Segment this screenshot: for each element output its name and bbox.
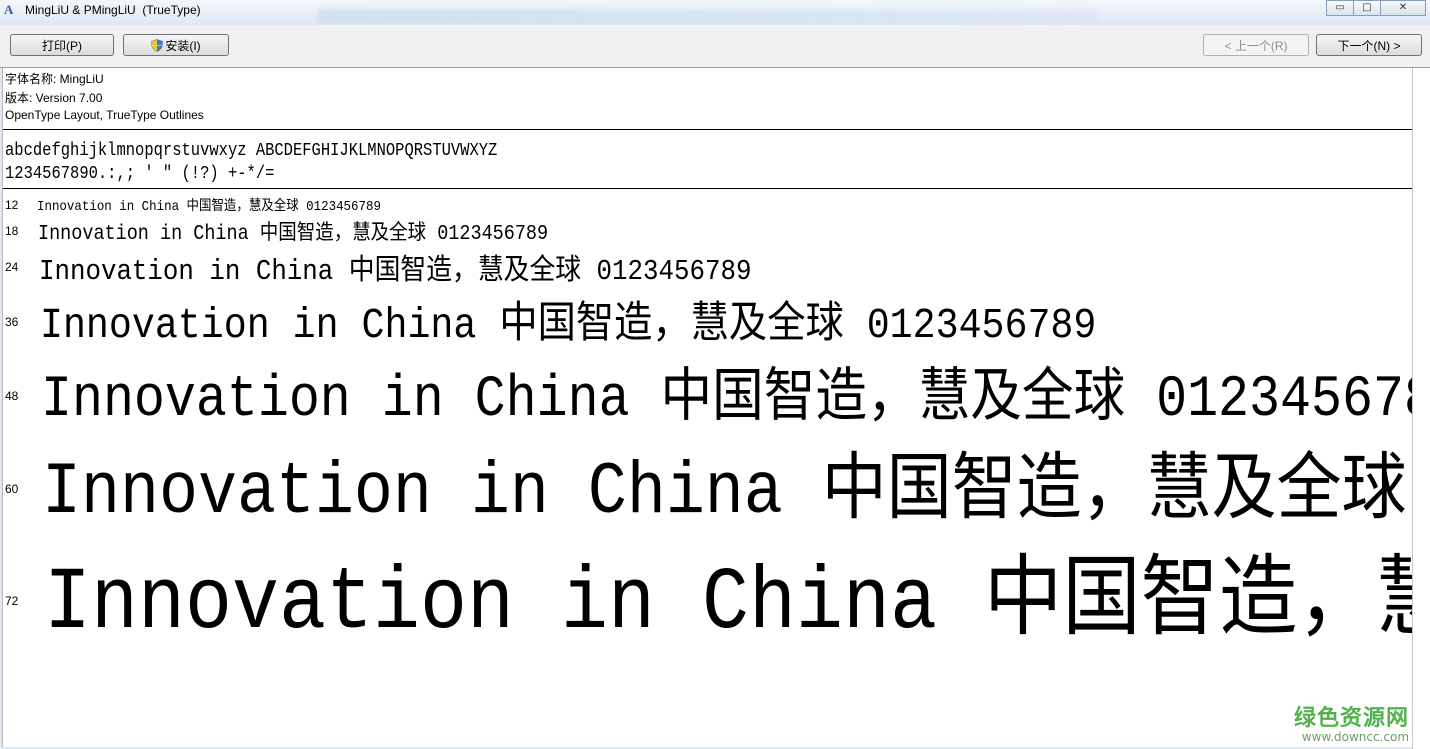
sample-text-60: Innovation in China 中国智造，慧及全球 0123456789 — [42, 451, 1407, 534]
sample-size-label: 60 — [5, 482, 19, 496]
divider-top — [3, 129, 1413, 130]
toolbar: 打印(P) 安装(I) < 上一个(R) 下一个(N) > — [0, 25, 1430, 68]
divider-bottom — [3, 188, 1413, 189]
right-frame-edge — [1412, 68, 1430, 749]
maximize-button[interactable]: □ — [1353, 0, 1381, 16]
next-button[interactable]: 下一个(N) > — [1316, 34, 1422, 56]
sample-size-label: 24 — [5, 260, 19, 274]
sample-size-label: 72 — [5, 594, 19, 608]
font-viewer-window: A MingLiU & PMingLiU (TrueType) ▭ □ ✕ 打印… — [0, 0, 1430, 749]
blurred-background-strip — [318, 9, 1098, 23]
watermark-cn: 绿色资源网 — [1294, 706, 1410, 731]
title-bar[interactable]: A MingLiU & PMingLiU (TrueType) ▭ □ ✕ — [0, 0, 1430, 24]
watermark: 绿色资源网 www.downcc.com — [1294, 700, 1409, 744]
font-preview-pane[interactable]: 字体名称: MingLiU 版本: Version 7.00 OpenType … — [2, 68, 1413, 747]
close-button[interactable]: ✕ — [1380, 0, 1426, 16]
sample-size-label: 18 — [5, 224, 19, 238]
install-button-label: 安装(I) — [165, 39, 201, 53]
previous-button[interactable]: < 上一个(R) — [1203, 34, 1309, 56]
next-button-label: 下一个(N) > — [1337, 39, 1401, 53]
charset-letters: abcdefghijklmnopqrstuvwxyz ABCDEFGHIJKLM… — [5, 141, 498, 161]
print-button[interactable]: 打印(P) — [10, 34, 114, 56]
sample-text-72: Innovation in China 中国智造，慧及全球 0123456789 — [44, 555, 1413, 654]
sample-text-12: Innovation in China 中国智造，慧及全球 0123456789 — [37, 199, 381, 215]
previous-button-label: < 上一个(R) — [1224, 39, 1288, 53]
font-app-icon: A — [4, 2, 14, 17]
font-name-line: 字体名称: MingLiU — [5, 72, 104, 86]
install-button[interactable]: 安装(I) — [123, 34, 229, 56]
minimize-button[interactable]: ▭ — [1326, 0, 1354, 16]
uac-shield-icon — [151, 39, 164, 52]
font-version-line: 版本: Version 7.00 — [5, 91, 103, 105]
font-type-line: OpenType Layout, TrueType Outlines — [5, 108, 204, 122]
charset-digits: 1234567890.:,; ' " (!?) +-*/= — [5, 164, 275, 184]
sample-size-label: 12 — [5, 198, 19, 212]
sample-text-36: Innovation in China 中国智造，慧及全球 0123456789 — [40, 301, 1097, 350]
sample-text-18: Innovation in China 中国智造，慧及全球 0123456789 — [38, 223, 549, 246]
sample-size-label: 48 — [5, 389, 19, 403]
print-button-label: 打印(P) — [42, 39, 82, 53]
window-title: MingLiU & PMingLiU (TrueType) — [25, 3, 201, 17]
caption-buttons: ▭ □ ✕ — [1326, 0, 1426, 16]
sample-size-label: 36 — [5, 315, 19, 329]
sample-text-48: Innovation in China 中国智造，慧及全球 0123456789 — [41, 368, 1413, 433]
watermark-url: www.downcc.com — [1301, 730, 1410, 744]
sample-text-24: Innovation in China 中国智造，慧及全球 0123456789 — [39, 255, 752, 288]
